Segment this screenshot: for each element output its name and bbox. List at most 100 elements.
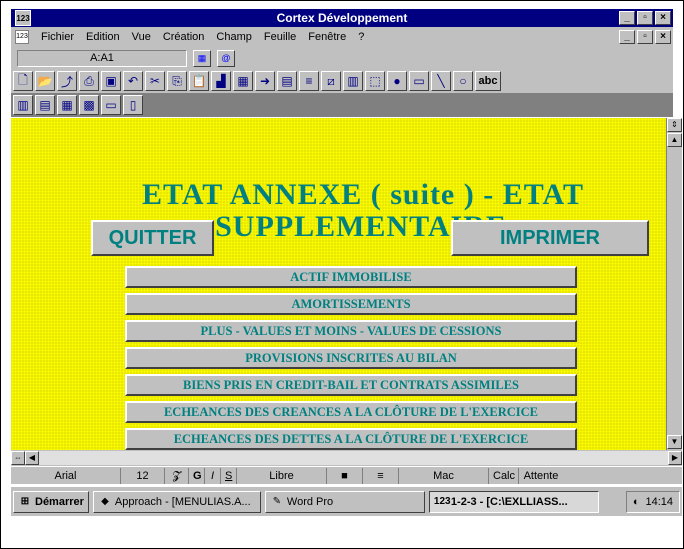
doc-minimize-button[interactable]: _ bbox=[619, 30, 635, 44]
preview-icon[interactable]: ▣ bbox=[101, 71, 121, 91]
folder-up-icon[interactable]: ⤴ bbox=[57, 71, 77, 91]
taskbar: ⊞ Démarrer ◆ Approach - [MENULIAS.A... ✎… bbox=[11, 486, 682, 516]
diagonal-icon[interactable]: ⧄ bbox=[321, 71, 341, 91]
smarticons-toolbar: 🗋 📂 ⤴ ⎙ ▣ ↶ ✂ ⎘ 📋 ▟ ▦ ➜ ▤ ≡ ⧄ ▥ ⬚ ● ▭ ╲ … bbox=[11, 69, 673, 93]
select-rect-icon[interactable]: ⬚ bbox=[365, 71, 385, 91]
vertical-scrollbar[interactable]: ⇕ ▲ ▼ bbox=[666, 118, 682, 450]
title-bar[interactable]: 123 Cortex Développement _ ▫ × bbox=[11, 9, 673, 27]
text-color-icon[interactable]: 𝓩 bbox=[165, 467, 189, 484]
new-file-icon[interactable]: 🗋 bbox=[13, 71, 33, 91]
scroll-right-icon[interactable]: ▶ bbox=[668, 451, 682, 465]
secondary-toolbar: ▥ ▤ ▦ ▩ ▭ ▯ bbox=[11, 93, 673, 117]
tray-icon[interactable]: ◐ bbox=[633, 492, 640, 512]
app-icon[interactable]: 123 bbox=[15, 10, 31, 26]
doc-close-button[interactable]: × bbox=[655, 30, 671, 44]
start-button[interactable]: ⊞ Démarrer bbox=[13, 490, 89, 513]
cell-reference-box[interactable]: A:A1 bbox=[17, 49, 187, 67]
globe-icon[interactable]: ● bbox=[387, 71, 407, 91]
arrow-icon[interactable]: ➜ bbox=[255, 71, 275, 91]
line-draw-icon[interactable]: ╲ bbox=[431, 71, 451, 91]
menu-button-provisions[interactable]: PROVISIONS INSCRITES AU BILAN bbox=[125, 347, 577, 369]
print-button[interactable]: IMPRIMER bbox=[451, 220, 649, 256]
grid-icon[interactable]: ▦ bbox=[233, 71, 253, 91]
italic-button[interactable]: I bbox=[205, 467, 221, 484]
rectangle-icon[interactable]: ▭ bbox=[409, 71, 429, 91]
system-tray: ◐ 14:14 bbox=[625, 490, 680, 513]
annex-menu: ACTIF IMMOBILISE AMORTISSEMENTS PLUS - V… bbox=[125, 266, 577, 450]
quit-button[interactable]: QUITTER bbox=[91, 220, 214, 256]
menu-button-echeances-creances[interactable]: ECHEANCES DES CREANCES A LA CLÔTURE DE L… bbox=[125, 401, 577, 423]
scroll-up-icon[interactable]: ▲ bbox=[667, 133, 682, 147]
menu-vue[interactable]: Vue bbox=[132, 31, 151, 43]
bold-button[interactable]: G bbox=[189, 467, 205, 484]
calc-indicator: Calc bbox=[489, 467, 519, 484]
paste-icon[interactable]: 📋 bbox=[189, 71, 209, 91]
menu-feuille[interactable]: Feuille bbox=[264, 31, 296, 43]
cell-reference-row: A:A1 ▦ @ bbox=[11, 47, 673, 69]
menu-creation[interactable]: Création bbox=[163, 31, 205, 43]
horizontal-scroll-track[interactable] bbox=[39, 451, 668, 465]
worksheet-area[interactable]: ETAT ANNEXE ( suite ) - ETAT SUPPLEMENTA… bbox=[11, 118, 666, 450]
frame-icon[interactable]: ▥ bbox=[343, 71, 363, 91]
task-word-pro-label: Word Pro bbox=[286, 495, 334, 508]
scroll-down-icon[interactable]: ▼ bbox=[667, 435, 682, 449]
menu-fenetre[interactable]: Fenêtre bbox=[308, 31, 346, 43]
chart-icon[interactable]: ▟ bbox=[211, 71, 231, 91]
menu-button-actif-immobilise[interactable]: ACTIF IMMOBILISE bbox=[125, 266, 577, 288]
menu-button-amortissements[interactable]: AMORTISSEMENTS bbox=[125, 293, 577, 315]
status-indicator: Attente bbox=[523, 469, 559, 482]
alignment-icon[interactable]: ≡ bbox=[363, 467, 399, 484]
split-handle-icon[interactable]: ⇕ bbox=[667, 118, 682, 132]
task-123-label: 1-2-3 - [C:\EXLLIASS... bbox=[450, 495, 568, 508]
status-bar: Arial 12 𝓩 G I S Libre ■ ≡ Mac Calc Atte… bbox=[11, 466, 682, 484]
task-approach-label: Approach - [MENULIAS.A... bbox=[114, 495, 251, 508]
doc-tool-2-icon[interactable]: ▤ bbox=[35, 95, 55, 115]
scroll-left-icon[interactable]: ◀ bbox=[25, 451, 39, 465]
window-title: Cortex Développement bbox=[276, 11, 408, 25]
cut-icon[interactable]: ✂ bbox=[145, 71, 165, 91]
font-selector[interactable]: Arial bbox=[11, 467, 121, 484]
menu-champ[interactable]: Champ bbox=[216, 31, 251, 43]
menu-button-plus-values[interactable]: PLUS - VALUES ET MOINS - VALUES DE CESSI… bbox=[125, 320, 577, 342]
menu-button-credit-bail[interactable]: BIENS PRIS EN CREDIT-BAIL ET CONTRATS AS… bbox=[125, 374, 577, 396]
minimize-button[interactable]: _ bbox=[619, 11, 635, 25]
text-tool-icon[interactable]: abc bbox=[475, 71, 501, 91]
task-word-pro[interactable]: ✎ Word Pro bbox=[264, 490, 425, 513]
navigator-icon[interactable]: ▦ bbox=[193, 49, 211, 67]
format-selector[interactable]: Libre bbox=[237, 467, 327, 484]
task-123[interactable]: 123 1-2-3 - [C:\EXLLIASS... bbox=[428, 490, 599, 513]
split-horizontal-icon[interactable]: ⇔ bbox=[11, 451, 25, 465]
size-selector[interactable]: 12 bbox=[121, 467, 165, 484]
menu-button-echeances-dettes[interactable]: ECHEANCES DES DETTES A LA CLÔTURE DE L'E… bbox=[125, 428, 577, 450]
doc-maximize-button[interactable]: ▫ bbox=[637, 30, 653, 44]
mode-indicator: Mac bbox=[399, 467, 489, 484]
open-file-icon[interactable]: 📂 bbox=[35, 71, 55, 91]
task-approach[interactable]: ◆ Approach - [MENULIAS.A... bbox=[92, 490, 261, 513]
ellipse-icon[interactable]: ○ bbox=[453, 71, 473, 91]
menu-bar: 123 Fichier Edition Vue Création Champ F… bbox=[11, 27, 673, 47]
undo-icon[interactable]: ↶ bbox=[123, 71, 143, 91]
close-button[interactable]: × bbox=[655, 11, 671, 25]
word-pro-icon: ✎ bbox=[272, 495, 282, 507]
maximize-button[interactable]: ▫ bbox=[637, 11, 653, 25]
doc-tool-1-icon[interactable]: ▥ bbox=[13, 95, 33, 115]
color-icon[interactable]: ■ bbox=[327, 467, 363, 484]
doc-tool-5-icon[interactable]: ▭ bbox=[101, 95, 121, 115]
doc-tool-3-icon[interactable]: ▦ bbox=[57, 95, 77, 115]
page-heading-line1: ETAT ANNEXE ( suite ) - ETAT bbox=[142, 178, 584, 211]
approach-icon: ◆ bbox=[101, 495, 109, 507]
menu-help[interactable]: ? bbox=[358, 31, 364, 43]
menu-edition[interactable]: Edition bbox=[86, 31, 120, 43]
document-icon[interactable]: 123 bbox=[15, 30, 29, 44]
horizontal-scrollbar[interactable]: ⇔ ◀ ▶ bbox=[11, 450, 682, 466]
menu-fichier[interactable]: Fichier bbox=[41, 31, 74, 43]
doc-tool-6-icon[interactable]: ▯ bbox=[123, 95, 143, 115]
print-icon[interactable]: ⎙ bbox=[79, 71, 99, 91]
lines-icon[interactable]: ≡ bbox=[299, 71, 319, 91]
doc-tool-4-icon[interactable]: ▩ bbox=[79, 95, 99, 115]
underline-button[interactable]: S bbox=[221, 467, 237, 484]
function-selector-icon[interactable]: @ bbox=[217, 49, 235, 67]
copy-icon[interactable]: ⎘ bbox=[167, 71, 187, 91]
table-icon[interactable]: ▤ bbox=[277, 71, 297, 91]
document-window-controls: _ ▫ × bbox=[619, 30, 671, 44]
